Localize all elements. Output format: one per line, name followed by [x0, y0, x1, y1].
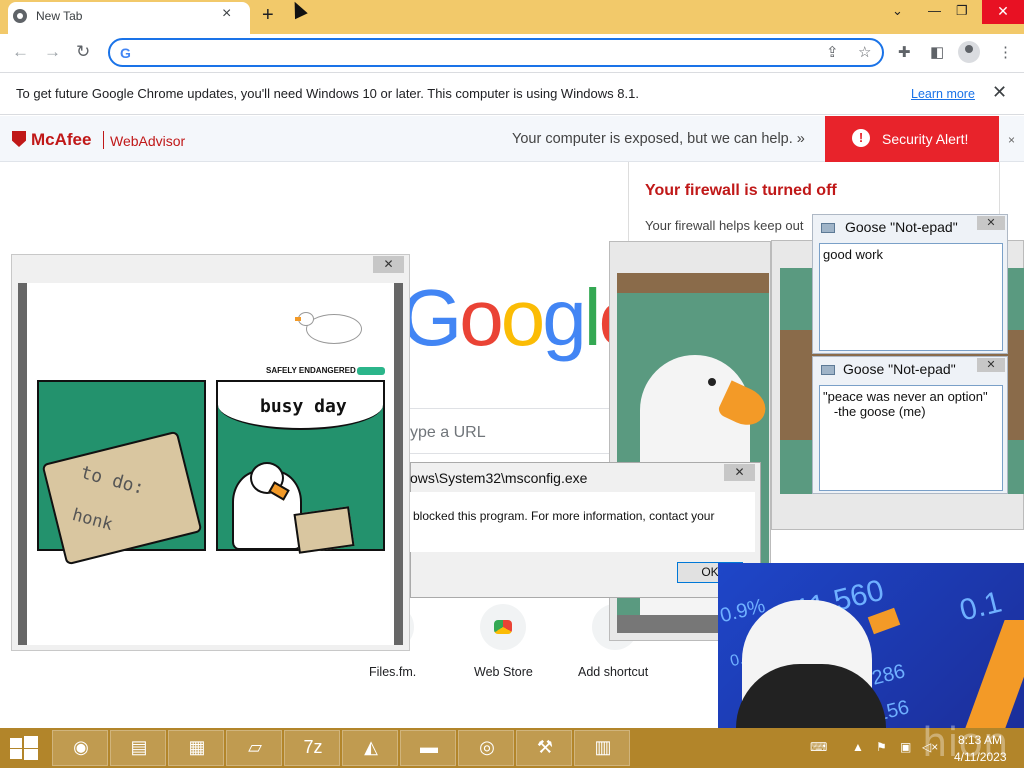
notepad-title: Goose "Not-epad": [843, 361, 956, 377]
profile-avatar[interactable]: [958, 41, 980, 63]
busy-day-text: busy day: [260, 396, 347, 417]
notepad-window-1[interactable]: Goose "Not-epad" ✕ good work: [812, 214, 1008, 354]
clock-time[interactable]: 8:13 AM: [958, 733, 1002, 747]
infobar-close-icon[interactable]: ✕: [992, 82, 1007, 103]
divider: [103, 131, 104, 149]
network-icon[interactable]: ▣: [900, 740, 911, 754]
google-logo-letter: l: [583, 273, 602, 362]
webadvisor-label: WebAdvisor: [110, 133, 186, 149]
search-placeholder: ype a URL: [410, 424, 486, 441]
maximize-button[interactable]: ❐: [956, 3, 968, 19]
taskbar-app-7zip[interactable]: 7z: [284, 730, 340, 766]
disc-icon: ◎: [479, 737, 495, 757]
tab-title: New Tab: [36, 9, 83, 23]
dialog-title: ows\System32\msconfig.exe: [410, 470, 588, 486]
learn-more-link[interactable]: Learn more: [911, 87, 975, 101]
windows-start-icon[interactable]: [10, 736, 38, 760]
exposed-message[interactable]: Your computer is exposed, but we can hel…: [512, 131, 805, 147]
google-logo-letter: g: [542, 273, 586, 362]
notepad-close-button[interactable]: ✕: [977, 216, 1005, 230]
notepad-window-2[interactable]: Goose "Not-epad" ✕ "peace was never an o…: [812, 356, 1008, 494]
clock-date[interactable]: 4/11/2023: [954, 750, 1007, 764]
taskbar-app-file-explorer[interactable]: ▤: [110, 730, 166, 766]
extensions-icon[interactable]: ✚: [898, 43, 911, 61]
tray-expand-icon[interactable]: ▲: [852, 740, 864, 754]
store-icon: ▦: [188, 737, 206, 757]
window-close-button[interactable]: ✕: [982, 0, 1024, 24]
7zip-icon: 7z: [303, 737, 323, 757]
back-icon[interactable]: ←: [12, 42, 29, 62]
firewall-title: Your firewall is turned off: [645, 182, 837, 199]
minimize-button[interactable]: —: [928, 3, 941, 18]
notepad-close-button[interactable]: ✕: [977, 358, 1005, 372]
goose-eye: [708, 378, 716, 386]
notepad-icon: [821, 365, 835, 375]
taskbar-app-chrome[interactable]: ◉: [52, 730, 108, 766]
notepad-icon: ▱: [248, 737, 262, 757]
goose-paper: [293, 506, 355, 554]
bookmark-star-icon[interactable]: ☆: [858, 43, 871, 61]
tool-icon: ⚒: [536, 737, 554, 757]
google-g-icon: G: [120, 45, 131, 61]
tab-close-icon[interactable]: ×: [222, 5, 231, 23]
new-tab-button[interactable]: +: [262, 4, 274, 27]
cmd-icon: ▬: [420, 737, 438, 757]
shortcut-web-store-icon[interactable]: [480, 604, 526, 650]
dialog-close-button[interactable]: ✕: [724, 464, 755, 481]
google-logo: Google: [400, 272, 643, 364]
monitor-icon: ▥: [594, 737, 612, 757]
image-wood: [617, 273, 769, 293]
share-icon[interactable]: ⇪: [826, 43, 839, 61]
mcafee-close-icon[interactable]: ×: [1008, 133, 1015, 147]
infobar-message: To get future Google Chrome updates, you…: [16, 86, 639, 101]
taskbar-app-cmd[interactable]: ▬: [400, 730, 456, 766]
taskbar-app-monitor[interactable]: ▥: [574, 730, 630, 766]
reload-icon[interactable]: ↻: [76, 42, 90, 62]
alert-icon: !: [852, 129, 870, 147]
goose-mascot-beak: [295, 317, 301, 321]
file-explorer-icon: ▤: [130, 737, 148, 757]
chrome-tab-icon: [13, 9, 27, 23]
tab-search-icon[interactable]: ⌄: [892, 3, 903, 19]
goose-mascot-icon: [306, 314, 362, 344]
address-bar[interactable]: G: [108, 38, 884, 67]
taskbar-app-notepad[interactable]: ▱: [226, 730, 282, 766]
comic-badge: SAFELY ENDANGERED: [266, 366, 356, 375]
notepad-icon: [821, 223, 835, 233]
taskbar-app-tool[interactable]: ⚒: [516, 730, 572, 766]
chrome-icon: ◉: [73, 737, 89, 757]
forward-icon[interactable]: →: [44, 42, 61, 62]
taskbar-app-store[interactable]: ▦: [168, 730, 224, 766]
side-panel-icon[interactable]: ◧: [930, 43, 944, 61]
google-logo-letter: o: [459, 273, 503, 362]
shortcut-label[interactable]: Add shortcut: [578, 665, 648, 679]
google-logo-letter: o: [500, 273, 545, 362]
dialog-message: blocked this program. For more informati…: [413, 509, 715, 523]
taskbar-app-disc[interactable]: ◎: [458, 730, 514, 766]
keyboard-icon[interactable]: ⌨: [810, 740, 827, 754]
notepad-text-area[interactable]: good work: [819, 243, 1003, 351]
notepad-text-area[interactable]: "peace was never an option" -the goose (…: [819, 385, 1003, 491]
action-center-flag-icon[interactable]: ⚑: [876, 740, 887, 754]
mcafee-logo: McAfee: [31, 130, 92, 149]
app-icon: ◭: [364, 737, 378, 757]
firewall-text: Your firewall helps keep out: [645, 218, 804, 233]
taskbar-app-app[interactable]: ◭: [342, 730, 398, 766]
comic-close-button[interactable]: ✕: [373, 256, 404, 273]
notepad-title: Goose "Not-epad": [845, 219, 958, 235]
security-alert-label: Security Alert!: [882, 131, 969, 147]
menu-kebab-icon[interactable]: ⋮: [998, 43, 1013, 61]
shortcut-label[interactable]: Web Store: [474, 665, 533, 679]
shortcut-label[interactable]: Files.fm.: [369, 665, 416, 679]
badge-tag: [357, 367, 385, 375]
